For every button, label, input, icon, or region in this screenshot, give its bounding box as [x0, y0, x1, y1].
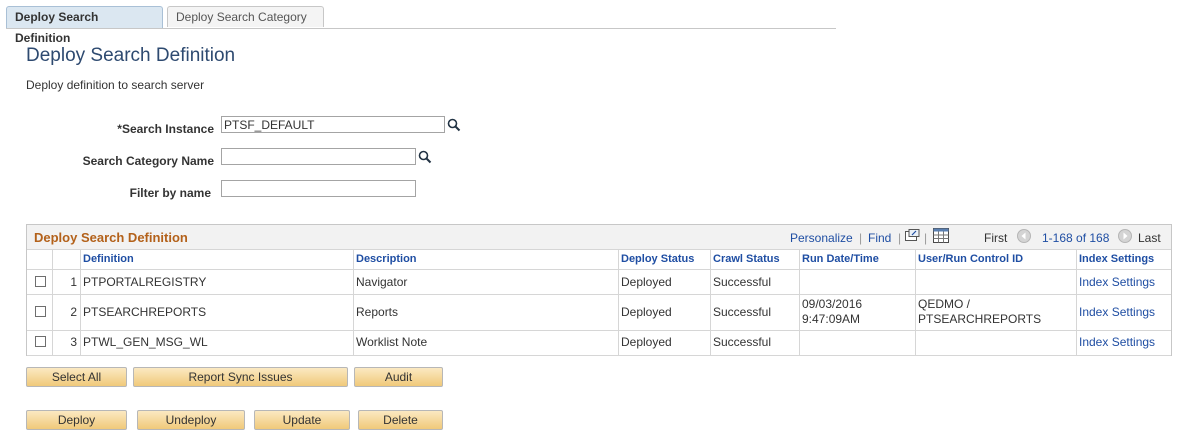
- grid-header: Deploy Search Definition Personalize | F…: [27, 225, 1171, 250]
- personalize-link[interactable]: Personalize: [790, 231, 853, 245]
- cell-description: Reports: [356, 305, 399, 319]
- page-description: Deploy definition to search server: [26, 78, 205, 92]
- arrow-left-icon[interactable]: [1017, 229, 1031, 246]
- page-title: Deploy Search Definition: [26, 45, 236, 66]
- cell-definition: PTSEARCHREPORTS: [83, 305, 207, 319]
- row-number: 2: [70, 305, 77, 319]
- row-divider: [27, 269, 1171, 270]
- update-button[interactable]: Update: [254, 410, 350, 430]
- cell-crawl-status: Successful: [713, 275, 772, 289]
- filter-by-name-input[interactable]: [221, 180, 416, 197]
- search-instance-label: *Search Instance: [117, 122, 214, 136]
- cell-deploy-status: Deployed: [621, 335, 672, 349]
- first-link[interactable]: First: [984, 231, 1007, 245]
- delete-button[interactable]: Delete: [358, 410, 443, 430]
- col-crawl-status[interactable]: Crawl Status: [710, 249, 780, 269]
- row-checkbox[interactable]: [35, 276, 46, 287]
- new-window-icon[interactable]: [905, 229, 920, 245]
- col-index-settings[interactable]: Index Settings: [1076, 249, 1154, 269]
- col-run-date-time[interactable]: Run Date/Time: [799, 249, 879, 269]
- row-number: 3: [70, 335, 77, 349]
- cell-crawl-status: Successful: [713, 335, 772, 349]
- index-settings-link[interactable]: Index Settings: [1076, 275, 1155, 289]
- col-deploy-status[interactable]: Deploy Status: [618, 249, 694, 269]
- deploy-search-definition-grid: Deploy Search Definition Personalize | F…: [26, 224, 1172, 356]
- search-category-input[interactable]: [221, 148, 416, 165]
- col-description[interactable]: Description: [353, 249, 417, 269]
- row-checkbox[interactable]: [35, 306, 46, 317]
- nav-separator: |: [859, 231, 863, 245]
- cell-definition: PTPORTALREGISTRY: [83, 275, 207, 289]
- tab-deploy-search-definition[interactable]: Deploy Search Definition: [6, 6, 163, 45]
- tab-bar: Deploy Search Definition Deploy Search C…: [6, 6, 836, 45]
- undeploy-button[interactable]: Undeploy: [137, 410, 245, 430]
- col-definition[interactable]: Definition: [80, 249, 134, 269]
- spreadsheet-icon[interactable]: [933, 228, 949, 246]
- row-number: 1: [70, 275, 77, 289]
- search-category-label: Search Category Name: [82, 154, 214, 168]
- nav-separator: |: [898, 231, 902, 245]
- search-category-lookup-icon[interactable]: [418, 150, 432, 164]
- page-range: 1-168 of 168: [1042, 231, 1110, 245]
- row-divider: [27, 294, 1171, 295]
- cell-user: QEDMO /: [918, 297, 971, 311]
- index-settings-link[interactable]: Index Settings: [1076, 305, 1155, 319]
- col-divider: [52, 249, 53, 356]
- tab-deploy-search-category[interactable]: Deploy Search Category: [167, 6, 324, 27]
- select-all-button[interactable]: Select All: [26, 367, 127, 387]
- cell-deploy-status: Deployed: [621, 275, 672, 289]
- cell-description: Navigator: [356, 275, 408, 289]
- search-instance-input[interactable]: [221, 116, 445, 133]
- nav-separator: |: [924, 231, 928, 245]
- cell-definition: PTWL_GEN_MSG_WL: [83, 335, 208, 349]
- grid-title: Deploy Search Definition: [34, 230, 188, 245]
- deploy-button[interactable]: Deploy: [26, 410, 127, 430]
- audit-button[interactable]: Audit: [354, 367, 443, 387]
- search-instance-lookup-icon[interactable]: [447, 118, 461, 132]
- find-link[interactable]: Find: [868, 231, 891, 245]
- col-user-run-control-id[interactable]: User/Run Control ID: [915, 249, 1023, 269]
- row-divider: [27, 330, 1171, 331]
- last-link[interactable]: Last: [1138, 231, 1161, 245]
- arrow-right-icon[interactable]: [1118, 229, 1132, 246]
- cell-run-time: 9:47:09AM: [802, 312, 861, 326]
- report-sync-issues-button[interactable]: Report Sync Issues: [133, 367, 348, 387]
- filter-by-name-label: Filter by name: [129, 186, 211, 200]
- cell-crawl-status: Successful: [713, 305, 772, 319]
- cell-deploy-status: Deployed: [621, 305, 672, 319]
- cell-run-control: PTSEARCHREPORTS: [918, 312, 1042, 326]
- row-checkbox[interactable]: [35, 336, 46, 347]
- row-divider: [27, 355, 1171, 356]
- cell-description: Worklist Note: [356, 335, 428, 349]
- cell-run-date: 09/03/2016: [802, 297, 863, 311]
- index-settings-link[interactable]: Index Settings: [1076, 335, 1155, 349]
